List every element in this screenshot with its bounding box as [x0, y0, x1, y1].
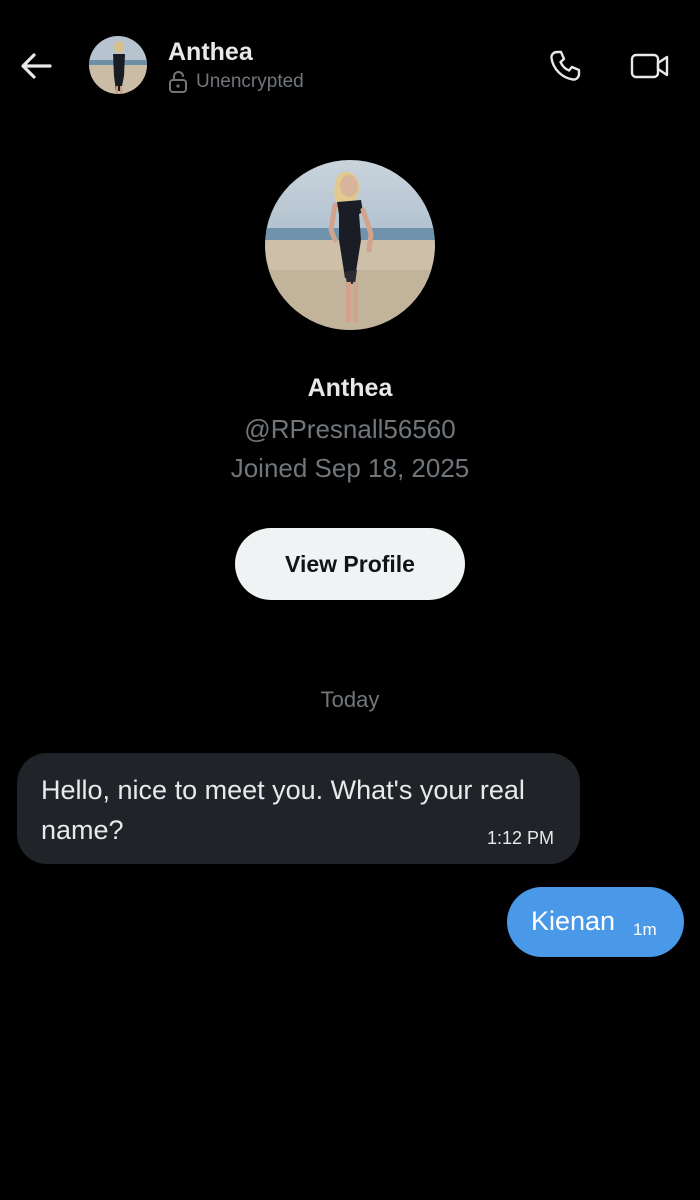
encryption-status-label: Unencrypted [196, 71, 304, 92]
encryption-status: Unencrypted [168, 70, 304, 94]
profile-handle: @RPresnall56560 [244, 414, 456, 444]
message-text: Hello, nice to meet you. What's your rea… [41, 775, 525, 845]
header-contact-name: Anthea [168, 38, 253, 66]
message-text: Kienan [531, 906, 616, 936]
profile-name: Anthea [307, 374, 393, 402]
profile-joined-date: Joined Sep 18, 2025 [230, 453, 470, 483]
view-profile-button[interactable]: View Profile [235, 528, 465, 600]
video-camera-icon [630, 52, 670, 80]
video-call-button[interactable] [626, 44, 674, 88]
header-avatar[interactable] [89, 36, 147, 94]
arrow-left-icon [20, 52, 52, 80]
outgoing-message-bubble[interactable]: Kienan 1m [507, 887, 684, 957]
conversation-header: Anthea Unencrypted [0, 0, 700, 130]
unlocked-padlock-icon [168, 71, 188, 93]
back-button[interactable] [14, 44, 58, 88]
dm-conversation-screen: Anthea Unencrypted Anthea @RPresnall5656… [0, 0, 700, 1200]
message-timestamp: 1m [633, 920, 657, 939]
date-divider: Today [320, 687, 380, 712]
message-timestamp: 1:12 PM [486, 828, 554, 848]
voice-call-button[interactable] [543, 44, 587, 88]
phone-icon [548, 49, 582, 83]
profile-avatar[interactable] [265, 160, 435, 330]
incoming-message-bubble[interactable]: Hello, nice to meet you. What's your rea… [17, 753, 580, 864]
